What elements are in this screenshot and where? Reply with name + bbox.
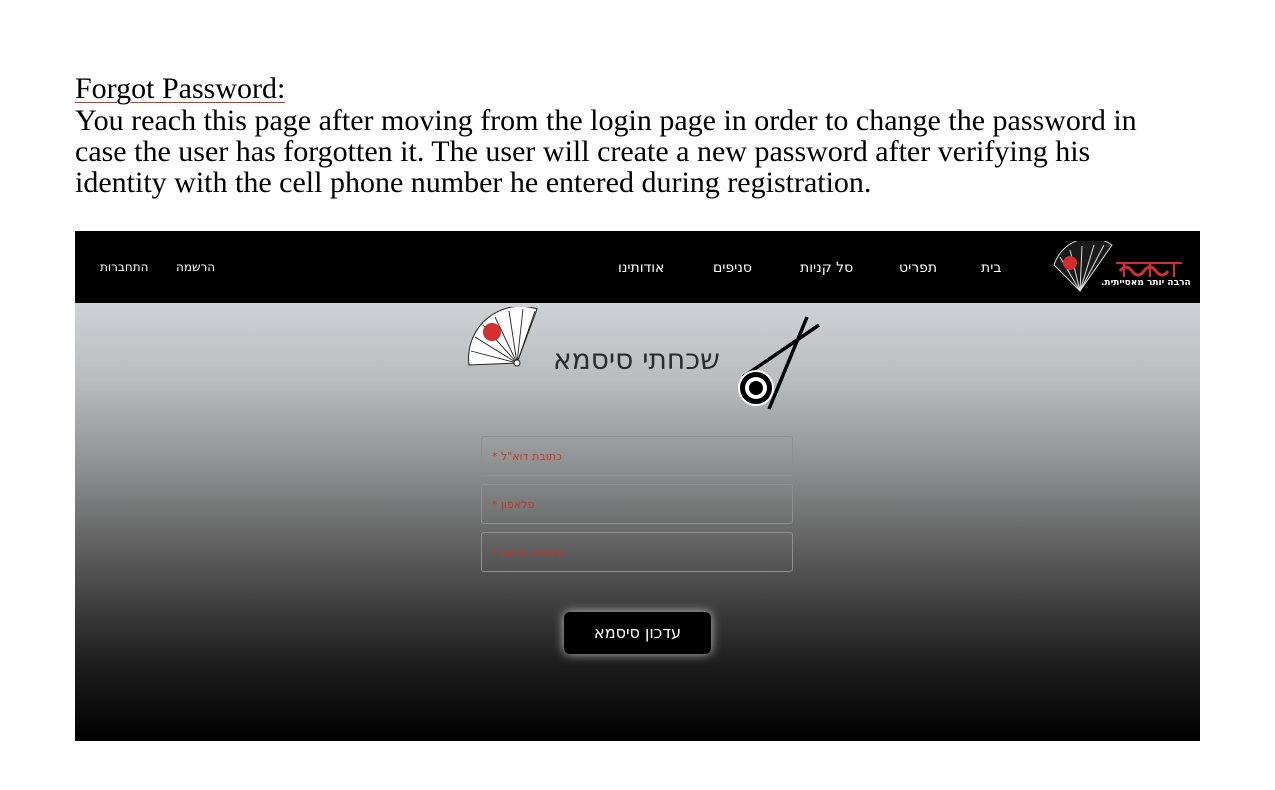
email-field[interactable]: כתובת דוא"ל *: [481, 436, 793, 476]
nav-link-cart[interactable]: סל קניות: [800, 260, 853, 276]
chopsticks-sushi-icon: [738, 316, 820, 410]
logo-tagline: הרבה יותר מאסייתית.: [1101, 278, 1191, 288]
nav-link-home[interactable]: בית: [981, 260, 1001, 276]
nav-link-about[interactable]: אודותינו: [618, 260, 664, 276]
document-description: You reach this page after moving from th…: [75, 104, 1137, 199]
update-password-button[interactable]: עדכון סיסמא: [564, 612, 711, 654]
page-title: שכחתי סיסמא: [553, 343, 720, 376]
new-password-field[interactable]: סיסמא חדשה *: [481, 532, 793, 572]
nav-register-link[interactable]: הרשמה: [176, 260, 215, 274]
nav-link-branches[interactable]: סניפים: [713, 260, 752, 276]
phone-field-label: פלאפון *: [492, 498, 535, 511]
main-content: שכחתי סיסמא כתובת דוא"ל * פלאפון * סיסמא…: [75, 303, 1200, 741]
new-password-field-label: סיסמא חדשה *: [492, 546, 565, 559]
fan-icon: [468, 307, 538, 367]
email-field-label: כתובת דוא"ל *: [492, 450, 562, 463]
document-heading: Forgot Password:: [75, 72, 286, 105]
nav-login-link[interactable]: התחברות: [100, 260, 148, 274]
app-screenshot: התחברות הרשמה אודותינו סניפים סל קניות ת…: [75, 231, 1200, 741]
nav-link-menu[interactable]: תפריט: [899, 260, 937, 276]
navbar: התחברות הרשמה אודותינו סניפים סל קניות ת…: [75, 231, 1200, 303]
phone-field[interactable]: פלאפון *: [481, 484, 793, 524]
